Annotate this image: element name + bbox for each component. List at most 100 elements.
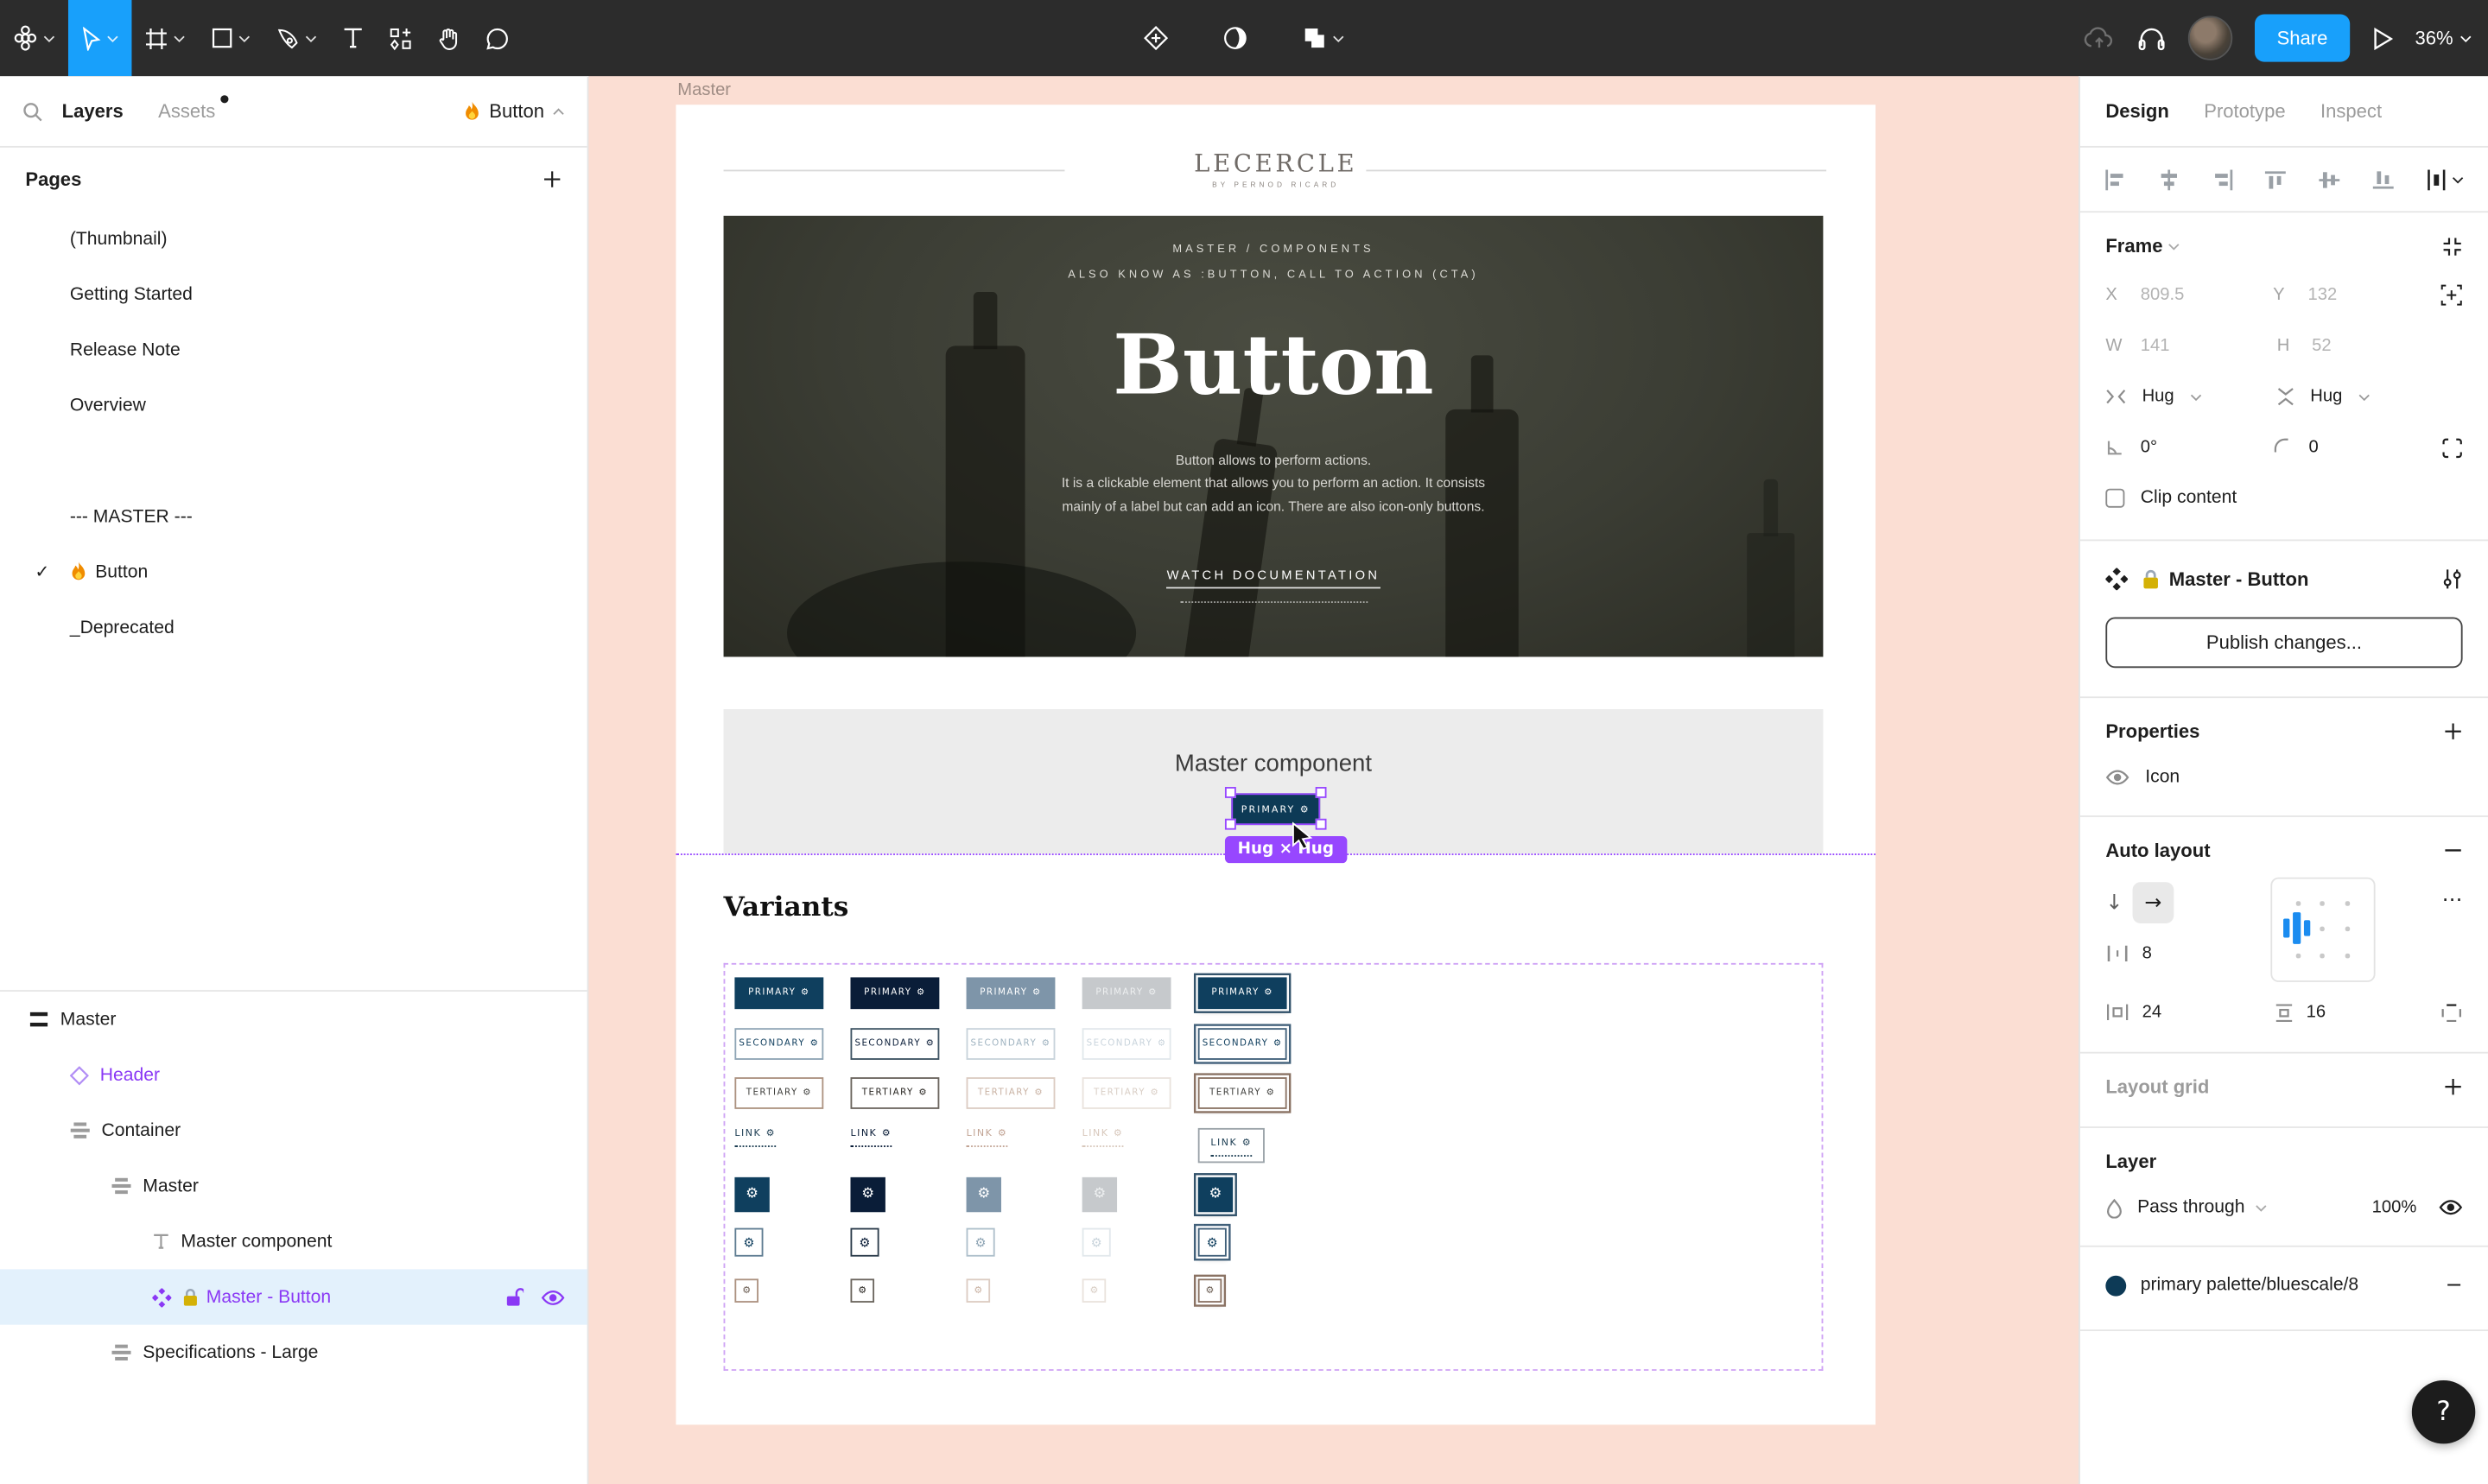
- clip-content-checkbox[interactable]: [2105, 489, 2124, 508]
- page-item[interactable]: Overview: [0, 377, 587, 433]
- master-frame[interactable]: LECERCLE BY PERNOD RICARD MASTER / COMPO…: [676, 105, 1876, 1424]
- layer-visibility-eye-icon[interactable]: [2439, 1200, 2463, 1215]
- variant-button-icon[interactable]: ⚙: [850, 1177, 885, 1212]
- variant-button-link[interactable]: LINK⚙: [1198, 1128, 1265, 1163]
- boolean-groups-button[interactable]: [1289, 0, 1357, 76]
- property-icon-label[interactable]: Icon: [2145, 768, 2180, 787]
- hand-tool[interactable]: [425, 0, 473, 76]
- unlock-icon[interactable]: [505, 1287, 524, 1308]
- shape-tool[interactable]: [199, 0, 263, 76]
- add-page-button[interactable]: [543, 170, 562, 189]
- publish-changes-button[interactable]: Publish changes...: [2105, 617, 2462, 668]
- variant-button-link[interactable]: LINK⚙: [967, 1128, 1008, 1163]
- align-right-icon[interactable]: [2212, 169, 2234, 190]
- variant-button-icon[interactable]: ⚙: [850, 1228, 879, 1257]
- variant-button-icon[interactable]: ⚙: [1198, 1278, 1222, 1303]
- tab-design[interactable]: Design: [2105, 100, 2168, 123]
- selected-primary-button[interactable]: PRIMARY ⚙: [1231, 793, 1320, 825]
- y-value[interactable]: 132: [2308, 286, 2338, 305]
- horizontal-padding-value[interactable]: 24: [2142, 1003, 2162, 1022]
- variant-button-secondary[interactable]: SECONDARY⚙: [850, 1028, 939, 1060]
- share-button[interactable]: Share: [2255, 15, 2350, 62]
- variant-button-tertiary[interactable]: TERTIARY⚙: [734, 1077, 823, 1109]
- add-layout-grid-button[interactable]: [2444, 1077, 2463, 1096]
- resources-tool[interactable]: [376, 0, 425, 76]
- variant-button-primary[interactable]: PRIMARY⚙: [734, 977, 823, 1009]
- watch-documentation-link[interactable]: WATCH DOCUMENTATION: [1167, 568, 1380, 589]
- remove-color-button[interactable]: −: [2446, 1273, 2463, 1297]
- layer-row-master-button[interactable]: Master - Button: [0, 1269, 587, 1324]
- auto-layout-more-button[interactable]: ⋯: [2442, 878, 2463, 925]
- independent-padding-icon[interactable]: [2440, 1002, 2463, 1023]
- variant-button-icon[interactable]: ⚙: [1082, 1278, 1107, 1303]
- page-item[interactable]: Getting Started: [0, 267, 587, 322]
- item-spacing-value[interactable]: 8: [2142, 944, 2152, 963]
- variant-button-primary[interactable]: PRIMARY⚙: [1082, 977, 1171, 1009]
- use-as-mask-button[interactable]: [1210, 0, 1261, 76]
- color-style-name[interactable]: primary palette/bluescale/8: [2141, 1276, 2379, 1295]
- collapse-panel-button[interactable]: [2442, 236, 2463, 257]
- tab-prototype[interactable]: Prototype: [2204, 100, 2285, 123]
- audio-headphones-icon[interactable]: [2137, 24, 2166, 51]
- variant-button-primary[interactable]: PRIMARY⚙: [967, 977, 1056, 1009]
- variant-button-primary[interactable]: PRIMARY⚙: [850, 977, 939, 1009]
- variant-button-link[interactable]: LINK⚙: [850, 1128, 892, 1163]
- search-icon[interactable]: [22, 101, 43, 122]
- tab-inspect[interactable]: Inspect: [2320, 100, 2382, 123]
- page-selector[interactable]: Button: [464, 100, 565, 123]
- color-swatch[interactable]: [2105, 1275, 2126, 1296]
- variant-button-icon[interactable]: ⚙: [734, 1278, 758, 1303]
- variant-button-secondary[interactable]: SECONDARY⚙: [967, 1028, 1056, 1060]
- tab-layers[interactable]: Layers: [62, 100, 124, 123]
- selection-handle[interactable]: [1225, 787, 1236, 798]
- variant-button-icon[interactable]: ⚙: [1198, 1177, 1233, 1212]
- vertical-sizing-value[interactable]: Hug: [2310, 387, 2342, 406]
- user-avatar[interactable]: [2188, 16, 2232, 60]
- x-value[interactable]: 809.5: [2141, 286, 2185, 305]
- create-component-button[interactable]: [1131, 0, 1182, 76]
- layer-opacity-value[interactable]: 100%: [2372, 1198, 2417, 1217]
- page-item[interactable]: _Deprecated: [0, 599, 587, 655]
- variant-button-link[interactable]: LINK⚙: [1082, 1128, 1124, 1163]
- main-menu-button[interactable]: [0, 0, 68, 76]
- canvas[interactable]: Master LECERCLE BY PERNOD RICARD: [588, 76, 2079, 1484]
- visibility-eye-icon[interactable]: [541, 1289, 565, 1304]
- variant-button-secondary[interactable]: SECONDARY⚙: [1082, 1028, 1171, 1060]
- eye-icon[interactable]: [2105, 770, 2129, 785]
- variant-button-icon[interactable]: ⚙: [967, 1177, 1001, 1212]
- selection-handle[interactable]: [1316, 787, 1327, 798]
- variant-button-icon[interactable]: ⚙: [1082, 1177, 1117, 1212]
- w-value[interactable]: 141: [2141, 336, 2170, 355]
- layer-row-master[interactable]: Master: [0, 992, 587, 1047]
- layer-row-specifications-large[interactable]: Specifications - Large: [0, 1325, 587, 1380]
- component-settings-button[interactable]: [2442, 568, 2463, 591]
- layout-vertical-button[interactable]: ↓: [2105, 891, 2123, 915]
- alignment-widget[interactable]: [2270, 878, 2375, 982]
- remove-auto-layout-button[interactable]: [2444, 840, 2463, 859]
- variant-button-primary[interactable]: PRIMARY⚙: [1198, 977, 1287, 1009]
- frame-name-label[interactable]: Master: [677, 81, 731, 100]
- variant-button-tertiary[interactable]: TERTIARY⚙: [967, 1077, 1056, 1109]
- page-item[interactable]: Release Note: [0, 322, 587, 377]
- variant-button-tertiary[interactable]: TERTIARY⚙: [850, 1077, 939, 1109]
- selection-handle[interactable]: [1225, 819, 1236, 830]
- corner-radius-value[interactable]: 0: [2308, 438, 2318, 457]
- variant-button-secondary[interactable]: SECONDARY⚙: [734, 1028, 823, 1060]
- variant-button-tertiary[interactable]: TERTIARY⚙: [1198, 1077, 1287, 1109]
- independent-corners-icon[interactable]: [2442, 437, 2463, 458]
- text-tool[interactable]: [330, 0, 376, 76]
- variant-button-icon[interactable]: ⚙: [734, 1177, 769, 1212]
- horizontal-sizing-value[interactable]: Hug: [2142, 387, 2174, 406]
- variant-button-icon[interactable]: ⚙: [1198, 1228, 1227, 1257]
- layer-row-master[interactable]: Master: [0, 1158, 587, 1214]
- blend-mode-value[interactable]: Pass through: [2137, 1198, 2244, 1217]
- variant-button-icon[interactable]: ⚙: [967, 1278, 991, 1303]
- variant-button-link[interactable]: LINK⚙: [734, 1128, 776, 1163]
- frame-section-title[interactable]: Frame: [2105, 235, 2162, 257]
- comment-tool[interactable]: [473, 0, 522, 76]
- page-item[interactable]: ✓Button: [0, 544, 587, 599]
- page-item[interactable]: --- MASTER ---: [0, 489, 587, 544]
- layer-row-container[interactable]: Container: [0, 1103, 587, 1158]
- zoom-control[interactable]: 36%: [2415, 27, 2472, 49]
- variant-button-tertiary[interactable]: TERTIARY⚙: [1082, 1077, 1171, 1109]
